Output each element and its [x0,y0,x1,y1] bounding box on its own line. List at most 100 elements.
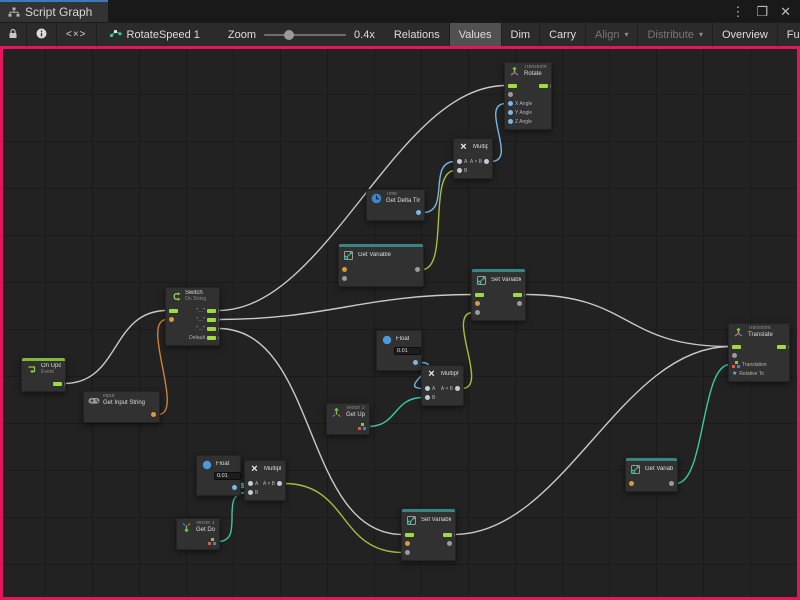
node-get-delta-time[interactable]: TimeGet Delta Time [366,189,425,221]
port-flow-in[interactable] [169,309,178,313]
node-rotate[interactable]: TransformRotateX AngleY AngleZ Angle [504,62,552,130]
port-value[interactable] [405,550,410,555]
toolbar-button-relations[interactable]: Relations [385,23,450,46]
node-multiply-mid[interactable]: ×MultiplyAA × BB [421,365,464,406]
code-preview-button[interactable]: <×> [57,23,97,46]
port-z[interactable] [508,119,513,124]
node-get-variable-br[interactable]: Get Variable [625,457,678,492]
node-title: Get Down [196,527,215,534]
port-out[interactable] [277,481,282,486]
node-switch[interactable]: SwitchOn String"…""…""…"Default [165,287,220,346]
port-a[interactable] [248,481,253,486]
port-in[interactable] [475,293,484,297]
port-out[interactable] [539,84,548,88]
lock-button[interactable] [0,23,27,46]
breadcrumb[interactable]: RotateSpeed 1 [97,23,212,46]
value-field[interactable]: 0.01 [394,347,421,355]
port-in[interactable] [508,84,517,88]
port-a[interactable] [425,386,430,391]
port-y[interactable] [508,110,513,115]
port-self[interactable] [508,92,513,97]
port-out2[interactable] [207,318,216,322]
port-name[interactable] [629,481,634,486]
port-value[interactable] [475,310,480,315]
port-relative[interactable]: ★ [732,371,737,377]
port-row [505,81,551,90]
port-out[interactable] [413,360,418,365]
node-set-variable-bottom[interactable]: Set Variable [401,508,456,561]
toolbar-button-label: Relations [394,29,440,41]
port-out[interactable] [513,293,522,297]
port-out3[interactable] [207,327,216,331]
node-get-down[interactable]: Vector 3Get Down [176,518,220,550]
port-name[interactable] [342,267,347,272]
port-name[interactable] [475,301,480,306]
node-multiply-top[interactable]: ×MultiplyAA × BB [453,138,493,179]
port-self[interactable] [732,353,737,358]
port-obj[interactable] [342,276,347,281]
inspect-button[interactable] [27,23,57,46]
toolbar-button-values[interactable]: Values [450,23,502,46]
zoom-label: Zoom [228,29,256,41]
node-title: Get Up [346,412,365,419]
port-out[interactable] [208,538,216,545]
toolbar-button-fullscreen[interactable]: Full Screen [778,23,800,46]
port-default[interactable] [207,336,216,340]
node-title: Get Delta Time [386,198,420,205]
tab-strip: Script Graph ⋮ ❒ ✕ [0,0,800,22]
kebab-menu-icon[interactable]: ⋮ [731,5,744,18]
script-graph-icon [7,6,20,19]
port-translation[interactable] [732,361,740,368]
graph-asset-icon [109,28,122,41]
port-b[interactable] [457,168,462,173]
port-out1[interactable] [207,309,216,313]
port-row: B [422,393,463,402]
node-set-variable-top[interactable]: Set Variable [471,268,526,321]
toolbar-button-overview[interactable]: Overview [713,23,778,46]
edge-switch-out2--set-variable-top-in [218,295,473,320]
port-b[interactable] [425,395,430,400]
close-icon[interactable]: ✕ [780,5,791,18]
port-x[interactable] [508,101,513,106]
port-val-out[interactable] [447,541,452,546]
node-float-top[interactable]: Float0.01 [376,330,422,371]
port-value[interactable] [169,317,174,322]
toolbar-button-carry[interactable]: Carry [540,23,586,46]
port-label: A × B [441,386,453,392]
port-in[interactable] [405,533,414,537]
node-translate[interactable]: TransformTranslateTranslation★Relative T… [728,323,790,382]
port-in[interactable] [732,345,741,349]
node-get-variable-mid[interactable]: Get Variable [338,243,424,287]
port-out[interactable] [777,345,786,349]
node-float-bottom[interactable]: Float0.01 [196,455,241,496]
dropdown-arrow-icon: ▾ [699,30,703,39]
node-get-input-string[interactable]: InputGet Input String [83,391,160,423]
toolbar-button-dim[interactable]: Dim [502,23,541,46]
port-val-out[interactable] [517,301,522,306]
port-out[interactable] [416,210,421,215]
port-out[interactable] [415,267,420,272]
node-title: Get Input String [103,400,145,407]
port-out[interactable] [53,382,62,386]
port-row: B [245,488,285,497]
port-out[interactable] [669,481,674,486]
port-out[interactable] [232,485,237,490]
multiply-icon: × [425,368,438,381]
port-out[interactable] [443,533,452,537]
port-b[interactable] [248,490,253,495]
node-multiply-bottom[interactable]: ×MultiplyAA × BB [244,460,286,501]
port-a[interactable] [457,159,462,164]
port-out[interactable] [151,412,156,417]
node-on-update[interactable]: On UpdateEvent [21,357,66,392]
tab-script-graph[interactable]: Script Graph [0,0,108,22]
port-out[interactable] [484,159,489,164]
port-name[interactable] [405,541,410,546]
port-out[interactable] [455,386,460,391]
value-field[interactable]: 0.01 [214,472,241,480]
node-get-up[interactable]: Vector 3Get Up [326,403,370,435]
zoom-slider[interactable] [264,34,346,36]
maximize-icon[interactable]: ❒ [756,5,768,18]
zoom-slider-handle[interactable] [284,30,294,40]
port-out[interactable] [358,423,366,430]
graph-canvas[interactable]: On UpdateEvent InputGet Input String Switc… [0,46,800,600]
